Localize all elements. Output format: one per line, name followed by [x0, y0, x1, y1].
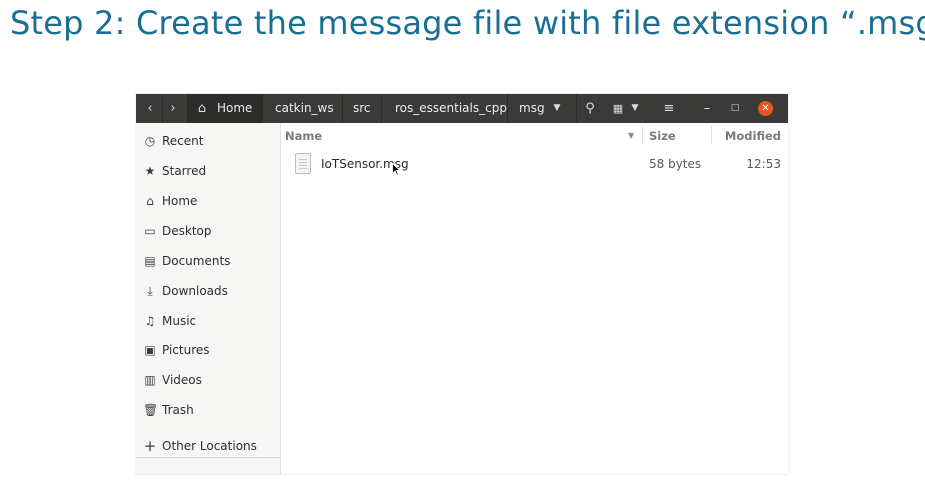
hamburger-icon[interactable]: ≡ [661, 94, 677, 123]
slide-title: Step 2: Create the message file with fil… [10, 4, 925, 42]
header-bar: ‹ › ⌂ Home catkin_ws src ros_essentials_… [136, 94, 788, 123]
column-header-size[interactable]: Size [649, 129, 676, 143]
path-segment-label: Home [217, 101, 253, 115]
sidebar-item-starred[interactable]: ★ Starred [136, 159, 280, 183]
path-segment-msg[interactable]: msg [519, 94, 545, 123]
grid-view-icon[interactable]: ▦ [610, 94, 626, 123]
path-segment-catkin-ws[interactable]: catkin_ws [275, 94, 334, 123]
maximize-icon[interactable]: □ [729, 94, 741, 123]
music-icon: ♫ [144, 314, 156, 328]
sidebar-item-music[interactable]: ♫ Music [136, 309, 280, 333]
sidebar-item-downloads[interactable]: ⤓ Downloads [136, 279, 280, 303]
document-icon: ▤ [144, 254, 156, 268]
chevron-left-icon[interactable]: ‹ [142, 94, 158, 123]
file-size: 58 bytes [649, 157, 702, 171]
close-icon[interactable]: ✕ [758, 101, 773, 116]
path-segment-home[interactable]: ⌂ Home [188, 94, 262, 123]
file-modified: 12:53 [746, 157, 781, 171]
view-menu-triangle-down-icon[interactable]: ▼ [629, 94, 641, 123]
sidebar-item-label: Trash [162, 403, 194, 417]
home-icon: ⌂ [197, 101, 207, 116]
file-list: Name ▼ Size Modified IoTSensor.msg 58 by… [281, 123, 788, 474]
sidebar-item-label: Desktop [162, 224, 212, 238]
minimize-icon[interactable]: – [701, 94, 713, 123]
sidebar-item-label: Home [162, 194, 198, 208]
path-segment-ros-essentials-cpp[interactable]: ros_essentials_cpp [395, 94, 507, 123]
sidebar-item-other-locations[interactable]: + Other Locations [136, 434, 280, 458]
sidebar-item-recent[interactable]: ◷ Recent [136, 129, 280, 153]
sidebar: ◷ Recent ★ Starred ⌂ Home ▭ Desktop ▤ Do… [136, 123, 281, 474]
sidebar-item-label: Starred [162, 164, 207, 178]
picture-icon: ▣ [144, 343, 156, 357]
sidebar-item-label: Pictures [162, 343, 210, 357]
sidebar-item-label: Documents [162, 254, 231, 268]
column-header-name[interactable]: Name [285, 129, 322, 143]
sidebar-item-trash[interactable]: 🗑 Trash [136, 398, 280, 422]
sidebar-item-desktop[interactable]: ▭ Desktop [136, 219, 280, 243]
sidebar-item-documents[interactable]: ▤ Documents [136, 249, 280, 273]
sort-triangle-down-icon: ▼ [628, 131, 635, 140]
star-icon: ★ [144, 164, 156, 178]
plus-icon: + [143, 437, 157, 455]
video-icon: ▥ [144, 373, 156, 387]
trash-icon: 🗑 [143, 403, 159, 417]
clock-icon: ◷ [144, 134, 156, 148]
path-menu-triangle-down-icon[interactable]: ▼ [551, 94, 563, 123]
mouse-pointer-icon [392, 163, 401, 176]
path-segment-src[interactable]: src [353, 94, 371, 123]
home-icon: ⌂ [146, 194, 154, 208]
sidebar-item-label: Videos [162, 373, 202, 387]
file-manager-window: ‹ › ⌂ Home catkin_ws src ros_essentials_… [136, 94, 788, 474]
column-header-modified[interactable]: Modified [725, 129, 781, 143]
chevron-right-icon[interactable]: › [165, 94, 181, 123]
desktop-icon: ▭ [144, 224, 156, 238]
list-item[interactable]: IoTSensor.msg 58 bytes 12:53 [281, 151, 788, 179]
sidebar-item-label: Recent [162, 134, 204, 148]
sidebar-item-label: Music [162, 314, 197, 328]
search-icon[interactable]: ⚲ [582, 94, 598, 123]
download-icon: ⤓ [147, 284, 153, 298]
sidebar-item-videos[interactable]: ▥ Videos [136, 368, 280, 392]
text-file-icon [295, 153, 311, 174]
sidebar-item-label: Downloads [162, 284, 228, 298]
sidebar-item-label: Other Locations [162, 439, 257, 453]
sidebar-item-home[interactable]: ⌂ Home [136, 189, 280, 213]
sidebar-item-pictures[interactable]: ▣ Pictures [136, 338, 280, 362]
